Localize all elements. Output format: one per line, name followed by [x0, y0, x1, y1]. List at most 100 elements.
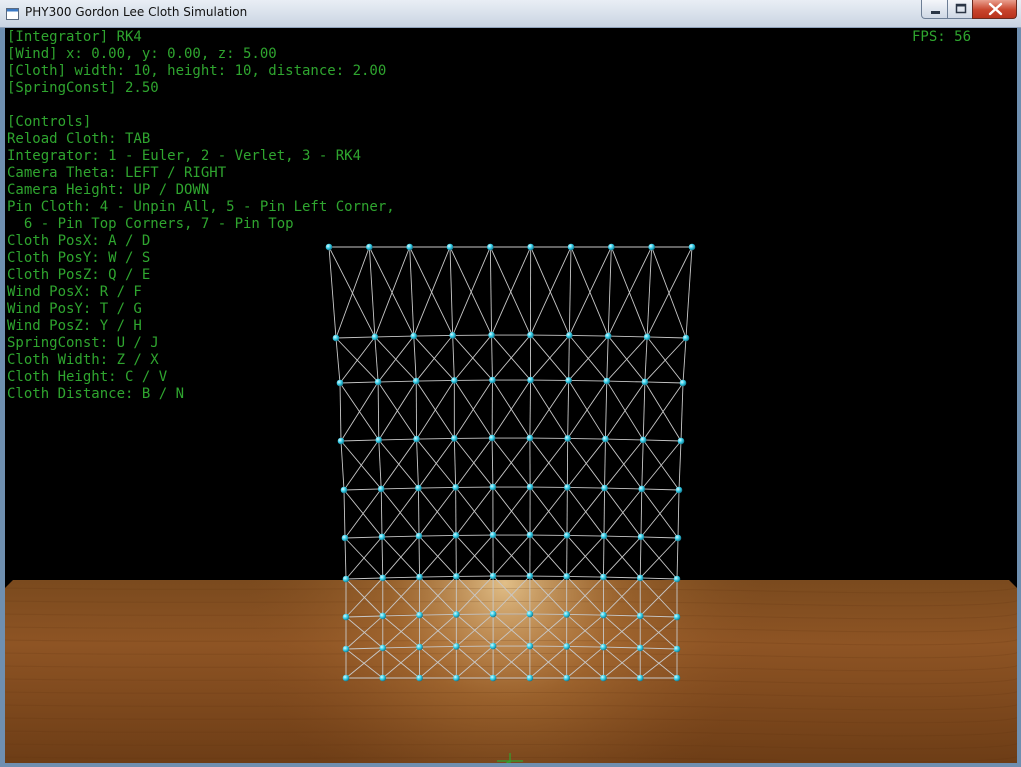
cloth-node: [487, 243, 494, 251]
spring-structural: [603, 535, 642, 538]
cloth-node: [416, 611, 423, 619]
cloth-node: [415, 532, 423, 540]
cloth-node: [379, 674, 387, 682]
spring-structural: [416, 379, 455, 382]
cloth-node: [488, 331, 495, 339]
spring-shear: [452, 246, 491, 336]
cloth-node: [567, 243, 575, 251]
cloth-node: [379, 644, 387, 652]
cloth-node: [636, 612, 644, 620]
spring-shear: [419, 535, 457, 578]
spring-shear: [610, 246, 648, 338]
cloth-node: [566, 332, 573, 339]
spring-structural: [676, 537, 679, 580]
cloth-node: [416, 573, 423, 581]
cloth-node: [410, 332, 418, 340]
cloth-node: [341, 534, 349, 542]
spring-structural: [641, 439, 644, 489]
cloth-node: [565, 377, 572, 384]
spring-structural: [344, 536, 383, 539]
spring-structural: [340, 439, 379, 442]
cloth-node: [563, 532, 571, 539]
spring-structural: [603, 488, 606, 537]
cloth-node: [526, 674, 534, 682]
spring-structural: [568, 246, 572, 336]
cloth-node: [449, 332, 456, 339]
cloth-node: [563, 611, 570, 618]
hud-line: Reload Cloth: TAB: [7, 131, 151, 147]
cloth-node: [342, 645, 350, 653]
spring-structural: [639, 536, 642, 578]
cloth-node: [489, 642, 497, 650]
cloth-node: [639, 436, 647, 444]
spring-structural: [605, 438, 644, 441]
spring-shear: [418, 438, 455, 489]
cloth-node: [679, 379, 687, 387]
cloth-node: [675, 486, 683, 494]
cloth-node: [377, 485, 385, 493]
spring-shear: [570, 246, 609, 337]
cloth-node: [416, 674, 423, 682]
hud-line: Cloth PosZ: Q / E: [7, 267, 151, 283]
hud-line: [Controls]: [7, 114, 92, 130]
cloth-node: [601, 484, 608, 492]
fps-counter: FPS: 56: [912, 29, 972, 45]
cloth-node: [563, 643, 570, 650]
spring-shear: [641, 440, 682, 490]
spring-structural: [567, 486, 605, 489]
spring-structural: [568, 335, 570, 381]
cloth-node: [379, 574, 387, 582]
simulation-viewport[interactable]: [Integrator] RK4 [Wind] x: 0.00, y: 0.00,…: [5, 28, 1017, 763]
spring-shear: [449, 246, 492, 336]
title-bar[interactable]: PHY300 Gordon Lee Cloth Simulation: [0, 0, 1021, 28]
cloth-node: [600, 532, 608, 540]
cloth-node: [342, 674, 350, 682]
hud-line: Camera Height: UP / DOWN: [7, 182, 210, 198]
cloth-node: [416, 643, 423, 651]
spring-structural: [607, 246, 612, 337]
cloth-node: [453, 674, 460, 682]
spring-shear: [413, 246, 451, 337]
cloth-node: [563, 674, 570, 682]
application-window: PHY300 Gordon Lee Cloth Simulation [Inte…: [0, 0, 1021, 767]
cloth-node: [563, 573, 570, 580]
cloth-node: [526, 572, 534, 580]
cloth-node: [673, 613, 681, 621]
cloth-node: [688, 243, 696, 251]
hud-line: Cloth PosX: A / D: [7, 233, 151, 249]
hud-line: Wind PosZ: Y / H: [7, 318, 142, 334]
cloth-node: [608, 243, 615, 251]
spring-shear: [646, 246, 693, 338]
cloth-node: [453, 573, 460, 580]
spring-structural: [378, 438, 417, 441]
spring-structural: [646, 246, 653, 337]
cloth-node: [682, 334, 690, 342]
cloth-node: [489, 531, 497, 539]
spring-structural: [567, 437, 606, 440]
spring-structural: [644, 381, 684, 384]
spring-structural: [491, 438, 494, 488]
cloth-node: [375, 436, 383, 444]
spring-structural: [640, 488, 643, 537]
window-title: PHY300 Gordon Lee Cloth Simulation: [25, 5, 248, 19]
cloth-node: [677, 437, 685, 445]
spring-structural: [343, 489, 346, 539]
hud-info-panel: [Integrator] RK4 [Wind] x: 0.00, y: 0.00,…: [7, 29, 395, 403]
spring-structural: [413, 334, 453, 337]
maximize-button[interactable]: [947, 0, 973, 19]
spring-structural: [677, 489, 680, 539]
hud-line: Cloth PosY: W / S: [7, 250, 151, 266]
spring-shear: [455, 437, 493, 488]
close-button[interactable]: [972, 0, 1017, 19]
cloth-node: [451, 435, 458, 442]
spring-structural: [641, 488, 680, 491]
cloth-node: [527, 243, 534, 251]
cloth-node: [489, 483, 497, 491]
minimize-button[interactable]: [921, 0, 948, 19]
cloth-node: [379, 612, 387, 620]
cloth-node: [337, 437, 345, 445]
app-window-icon: [6, 7, 19, 20]
cloth-node: [636, 674, 644, 682]
cloth-node: [342, 575, 350, 583]
spring-shear: [380, 438, 417, 490]
